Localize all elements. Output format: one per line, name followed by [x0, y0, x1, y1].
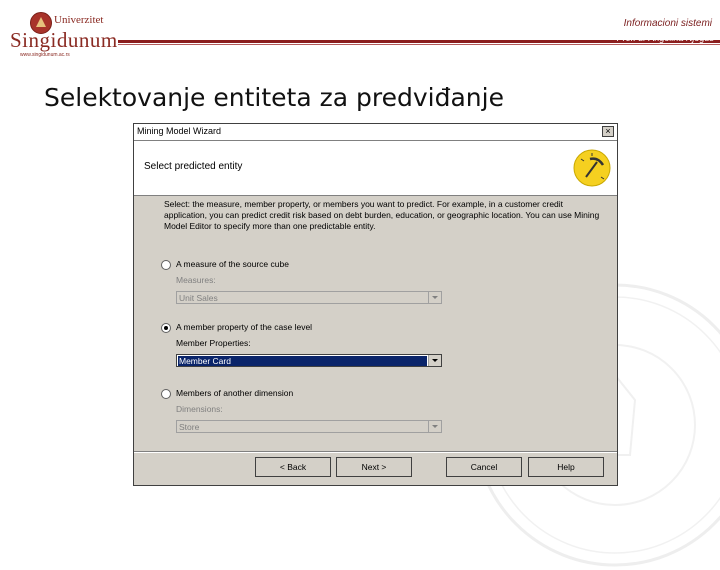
chevron-down-icon[interactable]	[428, 355, 441, 366]
back-button[interactable]: < Back	[255, 457, 331, 477]
measures-select: Unit Sales	[176, 291, 442, 304]
option-other-dimension-label[interactable]: Members of another dimension	[176, 388, 293, 398]
chevron-down-icon	[428, 421, 441, 432]
chevron-down-icon	[428, 292, 441, 303]
cancel-button[interactable]: Cancel	[446, 457, 522, 477]
next-button[interactable]: Next >	[336, 457, 412, 477]
help-button[interactable]: Help	[528, 457, 604, 477]
radio-member-property[interactable]	[161, 323, 171, 333]
slide-title: Selektovanje entiteta za predviđanje	[44, 83, 504, 112]
professor-name: Prof. dr Angelina Njeguš	[616, 33, 714, 43]
logo-university-label: Univerzitet	[54, 14, 104, 26]
header-divider-thin	[118, 44, 720, 45]
mining-pick-icon	[573, 149, 611, 187]
wizard-description: Select: the measure, member property, or…	[164, 199, 600, 231]
wizard-header-banner: Select predicted entity	[134, 141, 617, 196]
close-button[interactable]: ×	[602, 126, 614, 137]
close-icon: ×	[605, 126, 611, 136]
member-properties-label: Member Properties:	[176, 338, 251, 348]
dimensions-select: Store	[176, 420, 442, 433]
button-separator	[134, 451, 617, 453]
dialog-titlebar[interactable]: Mining Model Wizard ×	[134, 124, 617, 141]
radio-measure[interactable]	[161, 260, 171, 270]
dimensions-label: Dimensions:	[176, 404, 223, 414]
logo-url: www.singidunum.ac.rs	[20, 52, 70, 58]
option-measure-label[interactable]: A measure of the source cube	[176, 259, 289, 269]
radio-other-dimension[interactable]	[161, 389, 171, 399]
step-title: Select predicted entity	[144, 161, 243, 172]
course-name: Informacioni sistemi	[623, 18, 712, 29]
dimensions-value: Store	[179, 422, 200, 432]
measures-value: Unit Sales	[179, 293, 218, 303]
measures-label: Measures:	[176, 275, 216, 285]
member-properties-select[interactable]: Member Card	[176, 354, 442, 367]
mining-model-wizard-dialog: Mining Model Wizard × Select predicted e…	[133, 123, 618, 486]
logo-name: Singidunum	[10, 28, 118, 52]
option-member-property-label[interactable]: A member property of the case level	[176, 322, 312, 332]
member-properties-value[interactable]: Member Card	[178, 356, 427, 366]
dialog-title: Mining Model Wizard	[137, 126, 222, 136]
university-logo: Univerzitet Singidunum www.singidunum.ac…	[10, 12, 120, 58]
